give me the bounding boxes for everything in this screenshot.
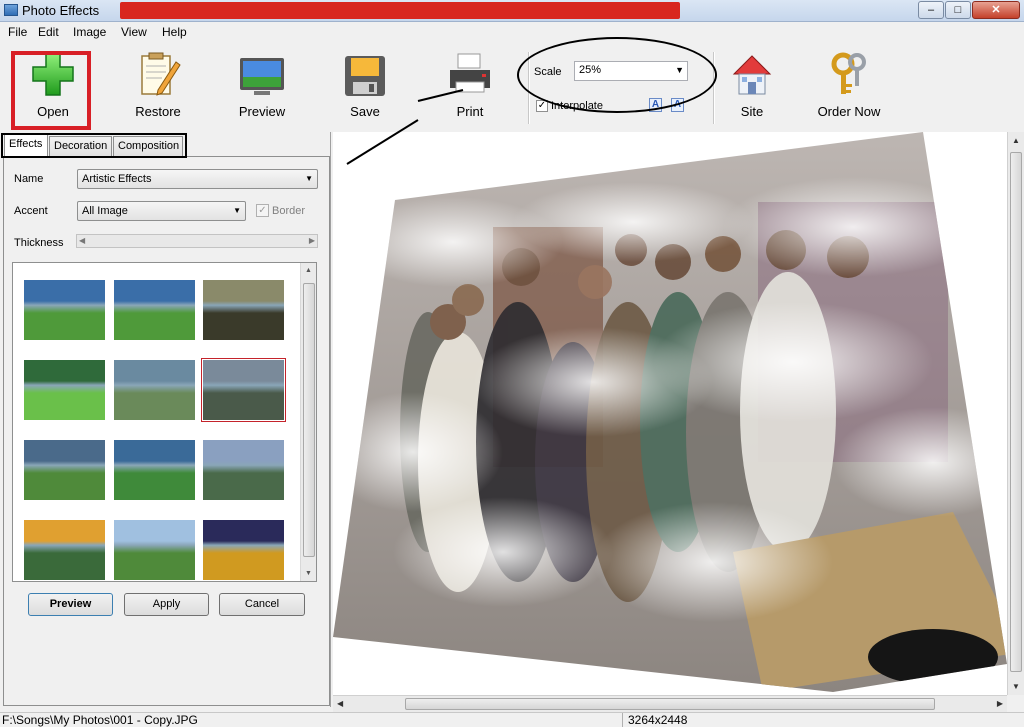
menu-image[interactable]: Image [73,25,106,39]
effect-thumbnail[interactable] [114,440,195,500]
chevron-left-icon: ◀ [79,236,86,245]
status-bar: F:\Songs\My Photos\001 - Copy.JPG 3264x2… [0,712,1024,727]
name-select[interactable]: Artistic Effects ▼ [77,169,318,189]
effect-thumbnail[interactable] [114,520,195,580]
effect-thumbnail[interactable] [114,280,195,340]
preview-label: Preview [238,104,286,119]
thickness-slider[interactable]: ◀ ▶ [76,234,318,248]
minimize-button[interactable]: ‒ [918,1,944,19]
close-button[interactable]: ✕ [972,1,1020,19]
scrollbar-thumb[interactable] [1010,152,1022,672]
effect-thumbnail[interactable] [24,440,105,500]
restore-label: Restore [135,104,181,119]
site-label: Site [740,104,764,119]
effect-thumbnail[interactable] [24,520,105,580]
chevron-down-icon: ▼ [233,206,241,215]
menu-help[interactable]: Help [162,25,187,39]
house-icon [732,55,772,95]
image-canvas[interactable] [333,132,1024,695]
effect-thumbnail[interactable] [114,360,195,420]
open-highlight [11,51,91,130]
image-dimensions: 3264x2448 [628,713,688,727]
window-title: Photo Effects [22,3,100,18]
effect-thumbnail[interactable] [201,358,286,422]
gallery-scrollbar[interactable]: ▲ ▼ [300,263,316,581]
effect-thumbnail[interactable] [203,520,284,580]
tabs-highlight [1,133,187,158]
chevron-up-icon: ▲ [305,267,312,274]
monitor-landscape-icon [240,58,284,95]
effect-gallery: ▲ ▼ [12,262,317,582]
effect-thumbnail[interactable] [203,440,284,500]
floppy-disk-icon [345,56,385,96]
title-bar: Photo Effects ‒ □ ✕ [0,0,1024,22]
save-button[interactable]: Save [320,48,410,124]
menu-edit[interactable]: Edit [38,25,59,39]
chevron-right-icon: ▶ [996,699,1003,708]
chevron-left-icon: ◀ [337,699,344,708]
status-divider [622,713,623,727]
chevron-down-icon: ▼ [305,570,312,577]
print-label: Print [456,104,484,119]
menu-file[interactable]: File [8,25,27,39]
thickness-label: Thickness [14,237,64,249]
canvas-horizontal-scrollbar[interactable]: ◀ ▶ [333,695,1007,712]
restore-button[interactable]: Restore [113,48,203,124]
edited-photo [333,132,1007,692]
effect-thumbnail[interactable] [24,360,105,420]
toolbar: Open Restore Preview Save Print Site Ord… [0,42,1024,130]
apply-button[interactable]: Apply [124,593,209,616]
toolbar-separator [713,52,715,124]
border-checkbox[interactable]: ✓ [256,204,269,217]
title-redaction [120,2,680,19]
scrollbar-thumb[interactable] [405,698,935,710]
printer-icon [450,53,490,93]
chevron-up-icon: ▲ [1012,136,1020,145]
clipboard-pencil-icon [141,52,181,96]
chevron-down-icon: ▼ [305,174,313,183]
accent-value: All Image [82,205,128,217]
effect-thumbnail[interactable] [203,280,284,340]
app-icon [4,4,18,16]
preview-effect-button[interactable]: Preview [28,593,113,616]
preview-button[interactable]: Preview [217,48,307,124]
effect-thumbnail[interactable] [24,280,105,340]
accent-select[interactable]: All Image ▼ [77,201,246,221]
scrollbar-thumb[interactable] [303,283,315,557]
order-now-button[interactable]: Order Now [804,48,894,124]
menu-bar: File Edit Image View Help [0,22,1024,42]
menu-view[interactable]: View [121,25,147,39]
name-value: Artistic Effects [82,173,152,185]
save-label: Save [350,104,380,119]
name-label: Name [14,173,44,185]
order-now-label: Order Now [817,104,881,119]
canvas-vertical-scrollbar[interactable]: ▲ ▼ [1007,132,1024,695]
chevron-down-icon: ▼ [1012,682,1020,691]
file-path: F:\Songs\My Photos\001 - Copy.JPG [2,713,198,727]
maximize-button[interactable]: □ [945,1,971,19]
keys-icon [831,52,866,94]
cancel-button[interactable]: Cancel [219,593,305,616]
accent-label: Accent [14,205,48,217]
site-button[interactable]: Site [707,48,797,124]
print-button[interactable]: Print [425,48,515,124]
border-label: Border [272,205,306,217]
chevron-right-icon: ▶ [308,236,315,245]
annotation-ellipse [517,37,717,113]
